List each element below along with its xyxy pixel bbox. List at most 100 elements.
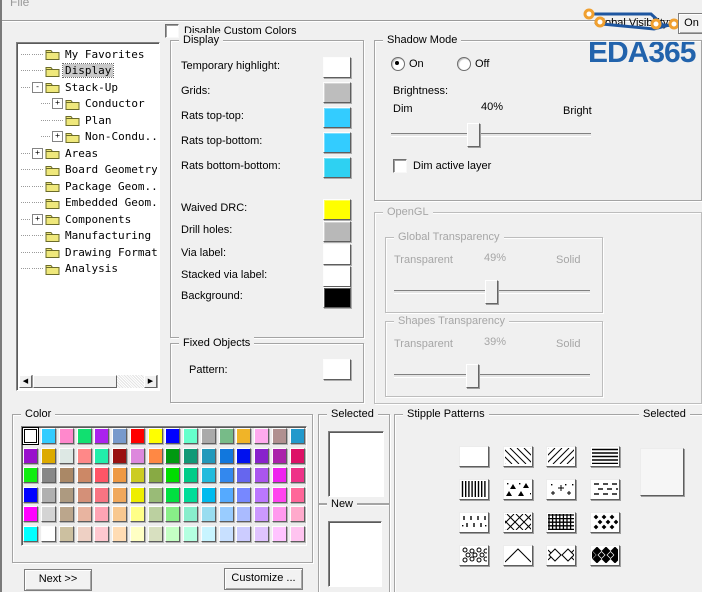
palette-color-cell[interactable] xyxy=(165,525,181,542)
scroll-right-arrow-icon[interactable]: ▶ xyxy=(144,375,157,388)
color-swatch-drill-holes[interactable] xyxy=(323,221,351,242)
palette-color-cell[interactable] xyxy=(236,467,252,484)
tree-item-embedded-geom[interactable]: Embedded Geom... xyxy=(19,195,157,212)
color-swatch-via-label[interactable] xyxy=(323,244,351,265)
palette-color-cell[interactable] xyxy=(218,447,234,464)
palette-color-cell[interactable] xyxy=(41,428,57,444)
tree-item-areas[interactable]: + Areas xyxy=(19,145,157,162)
palette-color-cell[interactable] xyxy=(112,467,128,484)
palette-color-cell[interactable] xyxy=(58,486,74,503)
palette-color-cell[interactable] xyxy=(254,467,270,484)
palette-color-cell[interactable] xyxy=(58,467,74,484)
tree-item-package-geom[interactable]: Package Geom... xyxy=(19,178,157,195)
palette-color-cell[interactable] xyxy=(200,447,216,464)
global-visibility-on-button[interactable]: On xyxy=(678,13,702,34)
palette-color-cell[interactable] xyxy=(94,467,110,484)
shadow-off-radio[interactable] xyxy=(457,57,471,71)
palette-color-cell[interactable] xyxy=(76,506,92,523)
palette-color-cell[interactable] xyxy=(200,428,216,444)
color-swatch-rats-bottom-bottom[interactable] xyxy=(323,157,351,178)
palette-color-cell[interactable] xyxy=(147,525,163,542)
expand-icon[interactable]: + xyxy=(32,213,43,225)
color-swatch-rats-top-top[interactable] xyxy=(323,107,351,128)
palette-color-cell[interactable] xyxy=(254,525,270,542)
palette-color-cell[interactable] xyxy=(112,525,128,542)
palette-color-cell[interactable] xyxy=(41,506,57,523)
scroll-left-arrow-icon[interactable]: ◀ xyxy=(19,375,32,388)
stipple-pattern-plus-dots-button[interactable] xyxy=(546,479,576,500)
palette-color-cell[interactable] xyxy=(94,428,110,444)
palette-color-cell[interactable] xyxy=(271,506,287,523)
palette-color-cell[interactable] xyxy=(236,525,252,542)
palette-color-cell[interactable] xyxy=(165,486,181,503)
collapse-icon[interactable]: - xyxy=(32,81,43,93)
palette-color-cell[interactable] xyxy=(271,428,287,444)
palette-color-cell[interactable] xyxy=(76,467,92,484)
stipple-pattern-v-dashes-button[interactable] xyxy=(459,512,489,533)
color-swatch-grids[interactable] xyxy=(323,82,351,103)
palette-color-cell[interactable] xyxy=(22,427,40,445)
palette-color-cell[interactable] xyxy=(271,447,287,464)
palette-color-cell[interactable] xyxy=(94,506,110,523)
palette-color-cell[interactable] xyxy=(94,486,110,503)
palette-color-cell[interactable] xyxy=(58,506,74,523)
palette-color-cell[interactable] xyxy=(200,506,216,523)
brightness-slider-thumb[interactable] xyxy=(466,123,480,147)
palette-color-cell[interactable] xyxy=(23,467,39,484)
palette-color-cell[interactable] xyxy=(165,467,181,484)
palette-color-cell[interactable] xyxy=(289,525,305,542)
palette-color-cell[interactable] xyxy=(76,428,92,444)
expand-icon[interactable]: + xyxy=(52,98,63,110)
tree-item-plan[interactable]: Plan xyxy=(19,112,157,129)
stipple-pattern-triangles-button[interactable] xyxy=(502,479,533,500)
palette-color-cell[interactable] xyxy=(236,447,252,464)
stipple-pattern-v-lines-button[interactable] xyxy=(459,479,489,500)
expand-icon[interactable]: + xyxy=(32,147,43,159)
disable-custom-colors-checkbox[interactable] xyxy=(165,24,179,38)
palette-color-cell[interactable] xyxy=(218,486,234,503)
palette-color-cell[interactable] xyxy=(112,428,128,444)
palette-color-cell[interactable] xyxy=(58,525,74,542)
palette-color-cell[interactable] xyxy=(129,467,145,484)
tree-item-stack-up[interactable]: - Stack-Up xyxy=(19,79,157,96)
tree-item-analysis[interactable]: Analysis xyxy=(19,261,157,278)
color-swatch-waived-drc[interactable] xyxy=(323,199,351,220)
palette-color-cell[interactable] xyxy=(289,467,305,484)
palette-color-cell[interactable] xyxy=(112,447,128,464)
palette-color-cell[interactable] xyxy=(183,428,199,444)
stipple-pattern-circles-button[interactable] xyxy=(459,545,489,566)
palette-color-cell[interactable] xyxy=(147,428,163,444)
stipple-pattern-crosshatch-button[interactable] xyxy=(488,512,550,533)
palette-color-cell[interactable] xyxy=(271,486,287,503)
palette-color-cell[interactable] xyxy=(200,486,216,503)
palette-color-cell[interactable] xyxy=(271,467,287,484)
color-swatch-temporary-highlight[interactable] xyxy=(323,57,351,78)
tree-horizontal-scrollbar[interactable]: ◀ ▶ xyxy=(19,375,157,388)
palette-color-cell[interactable] xyxy=(23,506,39,523)
palette-color-cell[interactable] xyxy=(218,467,234,484)
palette-color-cell[interactable] xyxy=(129,525,145,542)
palette-color-cell[interactable] xyxy=(23,486,39,503)
tree-item-manufacturing[interactable]: Manufacturing xyxy=(19,228,157,245)
palette-color-cell[interactable] xyxy=(183,506,199,523)
palette-color-cell[interactable] xyxy=(218,428,234,444)
stipple-pattern-grid-button[interactable] xyxy=(546,512,576,533)
palette-color-cell[interactable] xyxy=(271,525,287,542)
tree-item-conductor[interactable]: + Conductor xyxy=(19,96,157,113)
stipple-pattern-h-lines-button[interactable] xyxy=(589,446,620,467)
scrollbar-thumb[interactable] xyxy=(33,375,117,388)
palette-color-cell[interactable] xyxy=(183,525,199,542)
palette-color-cell[interactable] xyxy=(254,447,270,464)
file-menu[interactable]: File xyxy=(10,0,29,9)
palette-color-cell[interactable] xyxy=(183,447,199,464)
expand-icon[interactable]: + xyxy=(52,131,63,143)
palette-color-cell[interactable] xyxy=(147,467,163,484)
stipple-pattern-diamonds-filled-button[interactable] xyxy=(587,545,622,566)
palette-color-cell[interactable] xyxy=(129,486,145,503)
palette-color-cell[interactable] xyxy=(76,486,92,503)
brightness-slider[interactable] xyxy=(391,123,591,147)
palette-color-cell[interactable] xyxy=(200,525,216,542)
palette-color-cell[interactable] xyxy=(112,506,128,523)
palette-color-cell[interactable] xyxy=(147,447,163,464)
palette-color-cell[interactable] xyxy=(218,506,234,523)
